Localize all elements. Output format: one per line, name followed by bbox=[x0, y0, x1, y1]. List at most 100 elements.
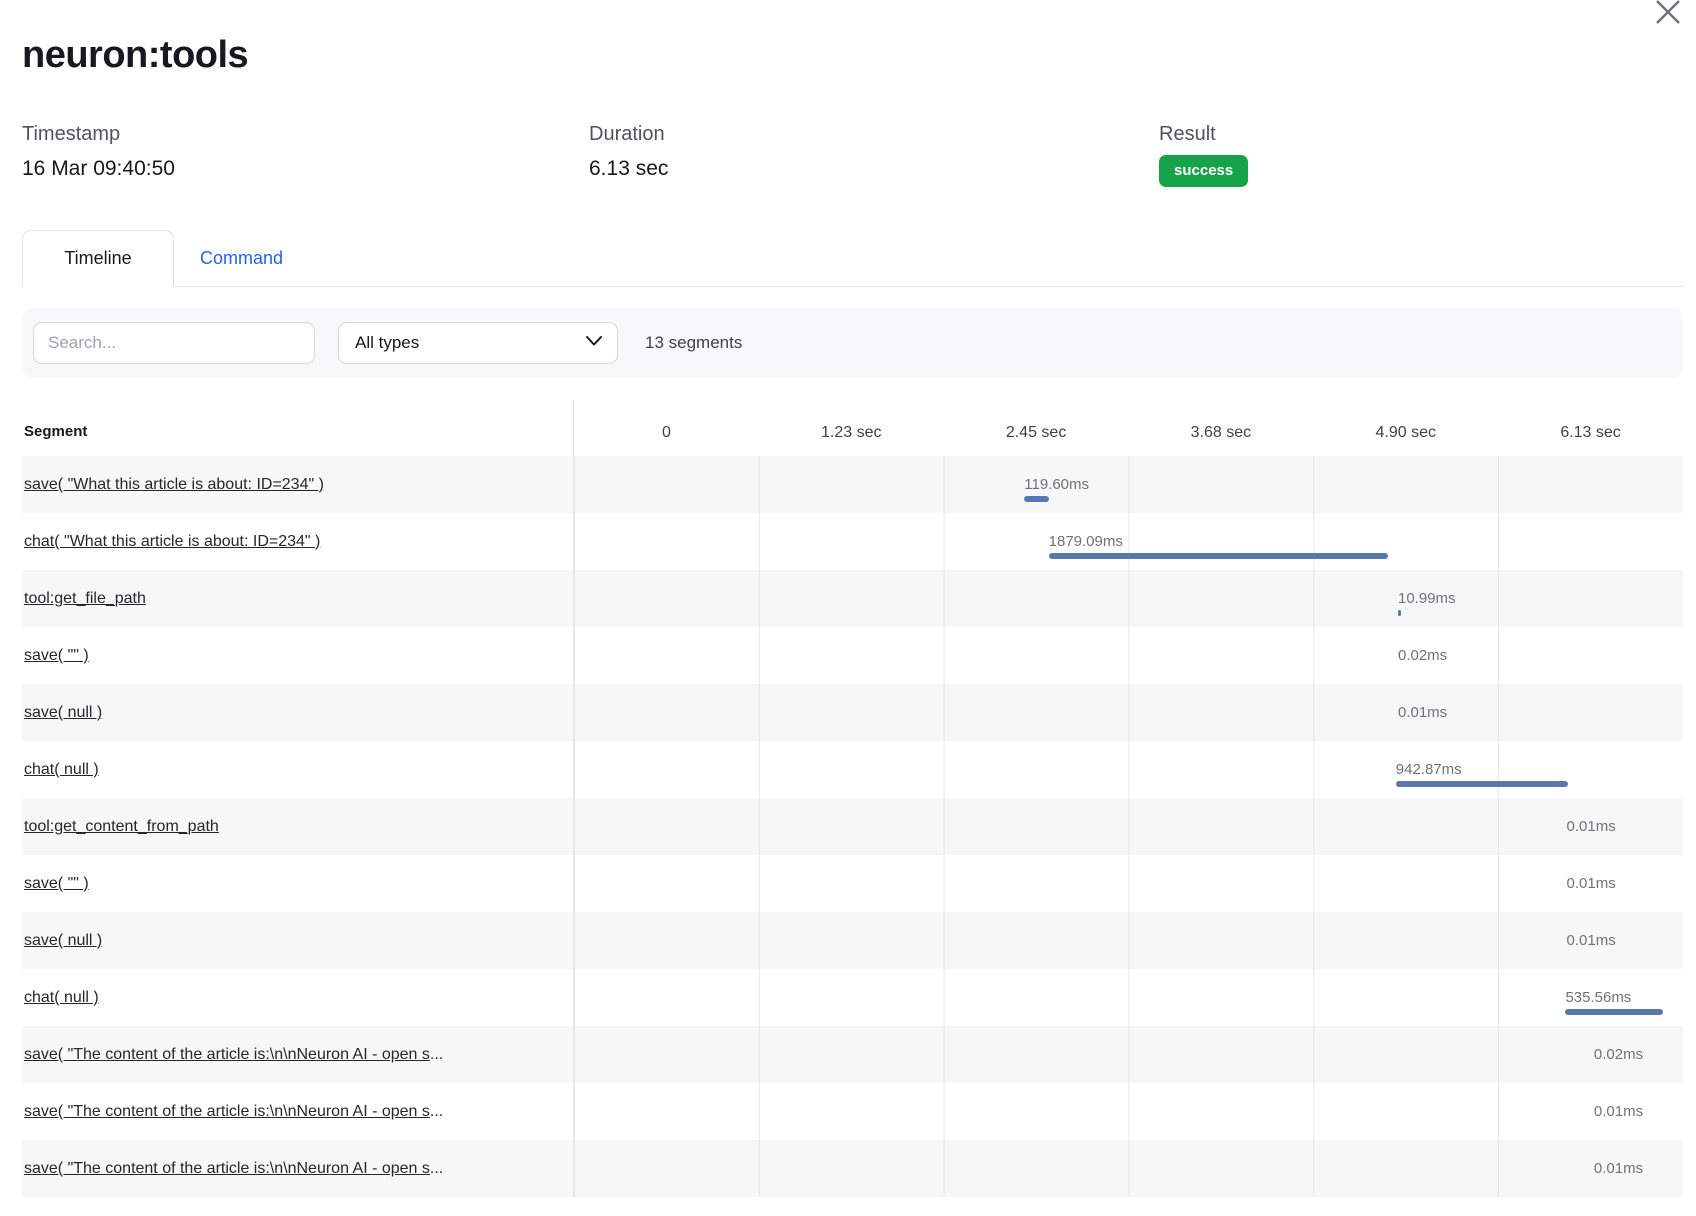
segment-name-cell: tool:get_content_from_path bbox=[22, 798, 573, 855]
time-tick: 2.45 sec bbox=[944, 424, 1129, 456]
close-icon bbox=[1650, 0, 1682, 30]
segment-rows: save( "What this article is about: ID=23… bbox=[22, 456, 1683, 1197]
segment-duration-bar bbox=[1024, 496, 1048, 502]
segment-duration-bar bbox=[1396, 781, 1568, 787]
segment-name-cell: save( "The content of the article is:\n\… bbox=[22, 1140, 573, 1197]
duration-value: 6.13 sec bbox=[589, 156, 1159, 182]
type-filter-select[interactable]: All types bbox=[338, 322, 618, 364]
table-row: save( "The content of the article is:\n\… bbox=[22, 1026, 1683, 1083]
tabs-bar: Timeline Command bbox=[22, 229, 1683, 287]
segment-link[interactable]: save( "The content of the article is:\n\… bbox=[24, 1160, 443, 1178]
segment-duration-label: 0.01ms bbox=[1594, 1103, 1643, 1121]
segment-timeline-cell: 0.01ms bbox=[573, 798, 1683, 855]
table-row: save( "" ) 0.02ms bbox=[22, 627, 1683, 684]
segment-duration-label: 0.01ms bbox=[1567, 875, 1616, 893]
duration-label: Duration bbox=[589, 122, 1159, 146]
table-row: tool:get_file_path 10.99ms bbox=[22, 570, 1683, 627]
time-tick: 4.90 sec bbox=[1313, 424, 1498, 456]
segment-link[interactable]: tool:get_content_from_path bbox=[24, 818, 219, 836]
segment-name-cell: chat( null ) bbox=[22, 969, 573, 1026]
table-row: save( null ) 0.01ms bbox=[22, 912, 1683, 969]
segment-link[interactable]: save( null ) bbox=[24, 932, 102, 950]
segment-duration-label: 0.02ms bbox=[1398, 647, 1447, 665]
segment-link[interactable]: chat( null ) bbox=[24, 761, 99, 779]
segment-link[interactable]: chat( null ) bbox=[24, 989, 99, 1007]
timestamp-value: 16 Mar 09:40:50 bbox=[22, 156, 589, 182]
segment-name-cell: tool:get_file_path bbox=[22, 570, 573, 627]
segment-name-cell: save( "The content of the article is:\n\… bbox=[22, 1026, 573, 1083]
time-tick: 6.13 sec bbox=[1498, 424, 1683, 456]
segment-duration-label: 0.02ms bbox=[1594, 1046, 1643, 1064]
segment-timeline-cell: 0.01ms bbox=[573, 855, 1683, 912]
segment-duration-label: 535.56ms bbox=[1565, 989, 1631, 1007]
segment-link[interactable]: save( "The content of the article is:\n\… bbox=[24, 1103, 443, 1121]
trace-detail-modal: neuron:tools Timestamp 16 Mar 09:40:50 D… bbox=[0, 0, 1696, 1216]
table-row: chat( null ) 942.87ms bbox=[22, 741, 1683, 798]
table-row: save( "What this article is about: ID=23… bbox=[22, 456, 1683, 513]
table-row: chat( "What this article is about: ID=23… bbox=[22, 513, 1683, 570]
segment-name-cell: chat( null ) bbox=[22, 741, 573, 798]
table-row: save( "The content of the article is:\n\… bbox=[22, 1083, 1683, 1140]
segment-name-cell: save( null ) bbox=[22, 912, 573, 969]
time-tick: 0 bbox=[574, 424, 759, 456]
segment-duration-label: 0.01ms bbox=[1594, 1160, 1643, 1178]
segment-timeline-cell: 10.99ms bbox=[573, 570, 1683, 627]
close-button[interactable] bbox=[1650, 0, 1682, 30]
meta-row: Timestamp 16 Mar 09:40:50 Duration 6.13 … bbox=[22, 122, 1683, 187]
segment-timeline-cell: 0.02ms bbox=[573, 1026, 1683, 1083]
segment-link[interactable]: save( null ) bbox=[24, 704, 102, 722]
tab-timeline[interactable]: Timeline bbox=[22, 230, 174, 287]
segment-name-cell: save( null ) bbox=[22, 684, 573, 741]
segment-link[interactable]: save( "What this article is about: ID=23… bbox=[24, 476, 324, 494]
segment-duration-label: 0.01ms bbox=[1567, 818, 1616, 836]
table-row: save( null ) 0.01ms bbox=[22, 684, 1683, 741]
segment-timeline-cell: 1879.09ms bbox=[573, 513, 1683, 570]
segment-timeline-cell: 0.01ms bbox=[573, 1140, 1683, 1197]
table-row: save( "The content of the article is:\n\… bbox=[22, 1140, 1683, 1197]
segment-duration-label: 0.01ms bbox=[1398, 704, 1447, 722]
segment-duration-label: 10.99ms bbox=[1398, 590, 1456, 608]
segment-name-cell: save( "" ) bbox=[22, 627, 573, 684]
segment-duration-label: 119.60ms bbox=[1024, 476, 1089, 494]
segment-timeline-cell: 0.01ms bbox=[573, 1083, 1683, 1140]
table-row: tool:get_content_from_path 0.01ms bbox=[22, 798, 1683, 855]
filter-toolbar: All types 13 segments bbox=[22, 308, 1683, 378]
type-filter-value: All types bbox=[355, 333, 419, 353]
time-tick: 3.68 sec bbox=[1128, 424, 1313, 456]
segment-column-header: Segment bbox=[22, 423, 573, 456]
page-title: neuron:tools bbox=[22, 0, 1683, 78]
search-input[interactable] bbox=[33, 322, 315, 364]
segment-name-cell: save( "" ) bbox=[22, 855, 573, 912]
segment-link[interactable]: chat( "What this article is about: ID=23… bbox=[24, 533, 320, 551]
segment-link[interactable]: save( "" ) bbox=[24, 647, 89, 665]
segment-duration-bar bbox=[1398, 610, 1401, 616]
segment-timeline-cell: 0.02ms bbox=[573, 627, 1683, 684]
table-row: save( "" ) 0.01ms bbox=[22, 855, 1683, 912]
table-row: chat( null ) 535.56ms bbox=[22, 969, 1683, 1026]
segment-name-cell: save( "What this article is about: ID=23… bbox=[22, 456, 573, 513]
segment-link[interactable]: tool:get_file_path bbox=[24, 590, 146, 608]
segment-timeline-cell: 942.87ms bbox=[573, 741, 1683, 798]
time-axis: 0 1.23 sec 2.45 sec 3.68 sec 4.90 sec 6.… bbox=[573, 400, 1683, 456]
segment-name-cell: save( "The content of the article is:\n\… bbox=[22, 1083, 573, 1140]
time-tick: 1.23 sec bbox=[759, 424, 944, 456]
chevron-down-icon bbox=[585, 334, 603, 352]
segment-timeline-cell: 119.60ms bbox=[573, 456, 1683, 513]
status-badge: success bbox=[1159, 155, 1248, 187]
result-label: Result bbox=[1159, 122, 1683, 146]
timestamp-label: Timestamp bbox=[22, 122, 589, 146]
segment-link[interactable]: save( "" ) bbox=[24, 875, 89, 893]
segment-name-cell: chat( "What this article is about: ID=23… bbox=[22, 513, 573, 570]
tab-command[interactable]: Command bbox=[174, 230, 309, 287]
segment-duration-label: 1879.09ms bbox=[1049, 533, 1123, 551]
segment-timeline-cell: 0.01ms bbox=[573, 912, 1683, 969]
segment-duration-bar bbox=[1049, 553, 1388, 559]
segment-link[interactable]: save( "The content of the article is:\n\… bbox=[24, 1046, 443, 1064]
segment-duration-label: 0.01ms bbox=[1567, 932, 1616, 950]
segment-count: 13 segments bbox=[645, 333, 742, 353]
segment-duration-label: 942.87ms bbox=[1396, 761, 1462, 779]
segment-timeline-cell: 0.01ms bbox=[573, 684, 1683, 741]
segment-timeline-cell: 535.56ms bbox=[573, 969, 1683, 1026]
segment-duration-bar bbox=[1565, 1009, 1663, 1015]
table-header: Segment 0 1.23 sec 2.45 sec 3.68 sec 4.9… bbox=[22, 378, 1683, 456]
